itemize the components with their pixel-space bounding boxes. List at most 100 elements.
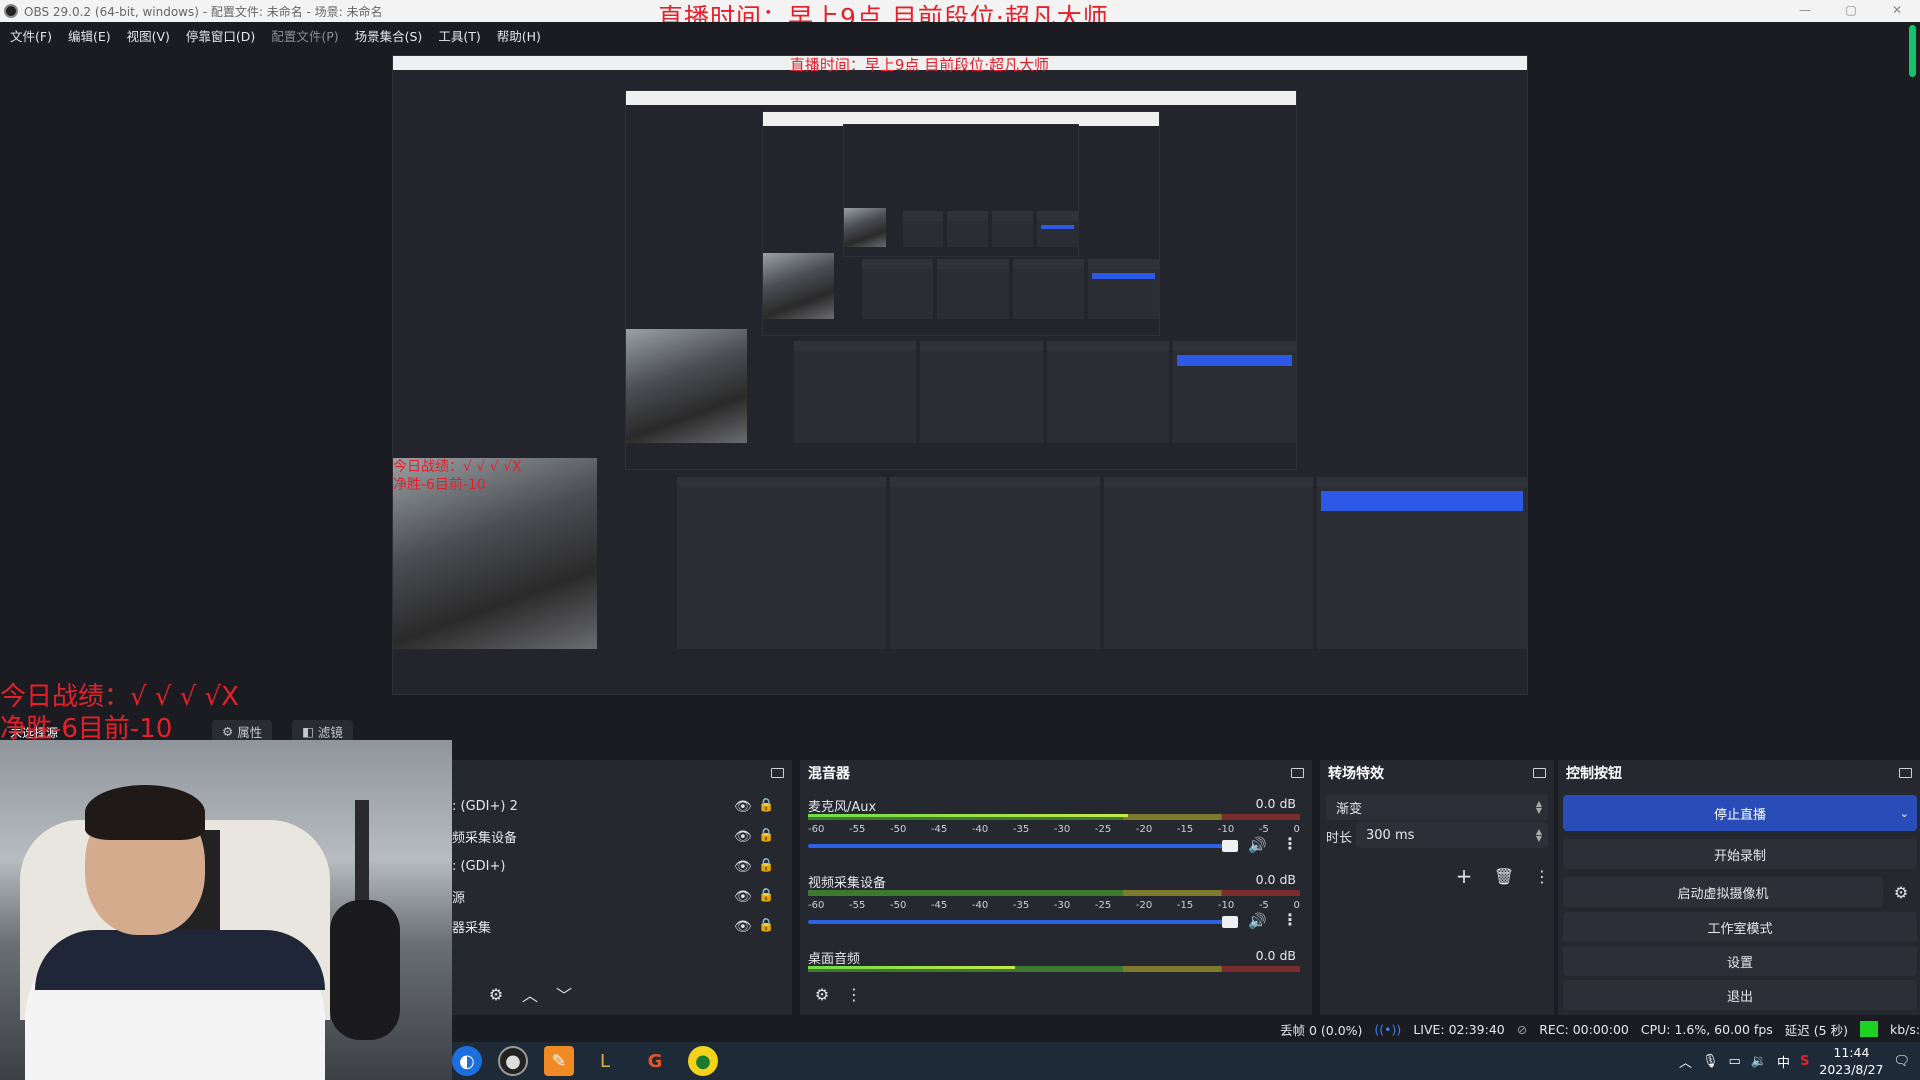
meter-tick-label: -10 — [1217, 824, 1235, 835]
eye-icon[interactable]: 👁 — [734, 799, 752, 815]
close-button[interactable]: ✕ — [1874, 0, 1920, 20]
stop-stream-label: 停止直播 — [1713, 807, 1766, 823]
lock-icon[interactable]: 🔒 — [758, 828, 774, 843]
menu-view[interactable]: 视图(V) — [127, 26, 170, 45]
filters-button[interactable]: ◧ 滤镜 — [292, 720, 353, 742]
menu-bar: 文件(F) 编辑(E) 视图(V) 停靠窗口(D) 配置文件(P) 场景集合(S… — [0, 22, 1920, 48]
minimize-button[interactable]: — — [1782, 0, 1828, 20]
edge-browser-icon[interactable]: ◐ — [452, 1046, 482, 1076]
studio-mode-button[interactable]: 工作室模式 — [1563, 912, 1917, 942]
mixer-dock: 混音器 麦克风/Aux 0.0 dB -60 -55 -50 -45 -40 -35 -30… — [800, 760, 1312, 1015]
channel-menu-icon[interactable]: ⋮ — [1282, 834, 1298, 853]
microphone-icon[interactable]: 🎙 — [1702, 1054, 1719, 1069]
eye-icon[interactable]: 👁 — [734, 829, 752, 845]
obs-taskbar-icon[interactable]: ● — [498, 1046, 528, 1076]
volume-icon[interactable]: 🔉 — [1751, 1054, 1767, 1069]
meter-tick-label: -35 — [1012, 824, 1030, 835]
scrollbar[interactable] — [1909, 25, 1916, 77]
mixer-menu-icon[interactable]: ⋮ — [840, 982, 868, 1006]
menu-help[interactable]: 帮助(H) — [497, 26, 541, 45]
menu-edit[interactable]: 编辑(E) — [68, 26, 111, 45]
volume-knob[interactable] — [1222, 840, 1238, 852]
settings-button[interactable]: 设置 — [1563, 946, 1917, 976]
source-properties-gear-icon[interactable]: ⚙ — [482, 982, 510, 1006]
add-transition-icon[interactable]: + — [1450, 864, 1478, 888]
game-launcher-icon[interactable]: G — [640, 1046, 670, 1076]
volume-meter — [808, 814, 1300, 820]
clock[interactable]: 11:44 2023/8/27 — [1819, 1044, 1883, 1078]
ime-indicator[interactable]: 中 — [1777, 1052, 1790, 1071]
menu-profile[interactable]: 配置文件(P) — [271, 26, 338, 45]
preview-canvas[interactable]: 直播时间：早上9点 目前段位·超凡大师 今日战绩：√ √ √ √X 净胜-6目前… — [392, 55, 1528, 695]
menu-file[interactable]: 文件(F) — [10, 26, 52, 45]
menu-scene-collection[interactable]: 场景集合(S) — [355, 26, 423, 45]
volume-slider[interactable] — [808, 916, 1238, 928]
nested-net-line: 净胜-6目前-10 — [393, 477, 486, 493]
menu-docks[interactable]: 停靠窗口(D) — [186, 26, 255, 45]
eye-icon[interactable]: 👁 — [734, 889, 752, 905]
meter-tick-label: -20 — [1135, 900, 1153, 911]
menu-tools[interactable]: 工具(T) — [438, 26, 480, 45]
network-icon[interactable]: ▭ — [1729, 1054, 1741, 1069]
volume-meter — [808, 890, 1300, 896]
volume-knob[interactable] — [1222, 916, 1238, 928]
system-tray: ︿ 🎙 ▭ 🔉 中 S 11:44 2023/8/27 🗨 — [1679, 1042, 1910, 1080]
virtual-camera-button[interactable]: 启动虚拟摄像机 — [1563, 877, 1883, 907]
maximize-button[interactable]: ▢ — [1828, 0, 1874, 20]
channel-name: 视频采集设备 — [808, 876, 887, 891]
sogou-input-icon[interactable]: S — [1800, 1054, 1809, 1069]
rec-time: REC: 00:00:00 — [1539, 1021, 1629, 1037]
channel-menu-icon[interactable]: ⋮ — [1282, 910, 1298, 929]
start-recording-button[interactable]: 开始录制 — [1563, 839, 1917, 869]
notification-icon[interactable]: 🗨 — [1893, 1054, 1910, 1069]
properties-button[interactable]: ⚙ 属性 — [212, 720, 273, 742]
stop-stream-button[interactable]: 停止直播 ⌄ — [1563, 795, 1917, 831]
virtual-camera-settings-gear-icon[interactable]: ⚙ — [1887, 880, 1915, 904]
properties-label: 属性 — [237, 724, 263, 740]
app-orange-icon[interactable]: ✎ — [544, 1046, 574, 1076]
move-down-icon[interactable]: ﹀ — [550, 982, 578, 1006]
transitions-dock: 转场特效 渐变 ▲ ▼ 时长 300 ms ▲ ▼ + 🗑 ⋮ — [1320, 760, 1554, 1015]
lock-icon[interactable]: 🔒 — [758, 798, 774, 813]
source-row[interactable]: : (GDI+) 👁 🔒 — [452, 854, 782, 878]
volume-meter — [808, 966, 1300, 972]
eye-icon[interactable]: 👁 — [734, 859, 752, 875]
transition-menu-icon[interactable]: ⋮ — [1528, 864, 1556, 888]
taskbar: ◐ ● ✎ L G ● ︿ 🎙 ▭ 🔉 中 S 11:44 2023/8/27 … — [452, 1042, 1920, 1080]
volume-slider[interactable] — [808, 840, 1238, 852]
stepper-arrows-icon[interactable]: ▲ ▼ — [1536, 828, 1542, 843]
transition-select[interactable]: 渐变 ▲ ▼ — [1326, 794, 1548, 820]
lock-icon[interactable]: 🔒 — [758, 888, 774, 903]
duration-label: 时长 — [1326, 831, 1353, 846]
nested-preview-4 — [843, 124, 1079, 257]
move-up-icon[interactable]: ︿ — [516, 982, 544, 1006]
eye-icon[interactable]: 👁 — [734, 919, 752, 935]
chevron-down-icon[interactable]: ⌄ — [1900, 807, 1909, 820]
exit-button[interactable]: 退出 — [1563, 980, 1917, 1010]
settings-label: 设置 — [1726, 955, 1753, 971]
exit-label: 退出 — [1726, 989, 1753, 1005]
speaker-icon[interactable]: 🔊 — [1248, 912, 1267, 930]
select-arrows-icon: ▲ ▼ — [1535, 799, 1542, 815]
obs-logo-icon — [4, 4, 18, 18]
filters-label: 滤镜 — [317, 724, 343, 740]
controls-undock-icon[interactable] — [1899, 768, 1912, 778]
sources-undock-icon[interactable] — [771, 768, 784, 778]
tray-expand-icon[interactable]: ︿ — [1679, 1052, 1692, 1071]
duration-input[interactable]: 300 ms ▲ ▼ — [1356, 822, 1548, 848]
nested-preview-3 — [762, 111, 1160, 336]
trash-icon[interactable]: 🗑 — [1490, 864, 1518, 888]
transitions-undock-icon[interactable] — [1533, 768, 1546, 778]
lock-icon[interactable]: 🔒 — [758, 918, 774, 933]
speaker-icon[interactable]: 🔊 — [1248, 836, 1267, 854]
audio-settings-gear-icon[interactable]: ⚙ — [808, 982, 836, 1006]
source-row[interactable]: 源 👁 🔒 — [452, 884, 782, 908]
league-of-legends-icon[interactable]: L — [590, 1046, 620, 1076]
source-row[interactable]: 器采集 👁 🔒 — [452, 914, 782, 938]
mixer-undock-icon[interactable] — [1291, 768, 1304, 778]
lock-icon[interactable]: 🔒 — [758, 858, 774, 873]
source-row[interactable]: : (GDI+) 2 👁 🔒 — [452, 794, 782, 818]
window-title: OBS 29.0.2 (64-bit, windows) - 配置文件: 未命名… — [24, 4, 383, 19]
app-yellow-icon[interactable]: ● — [688, 1046, 718, 1076]
source-row[interactable]: 频采集设备 👁 🔒 — [452, 824, 782, 848]
